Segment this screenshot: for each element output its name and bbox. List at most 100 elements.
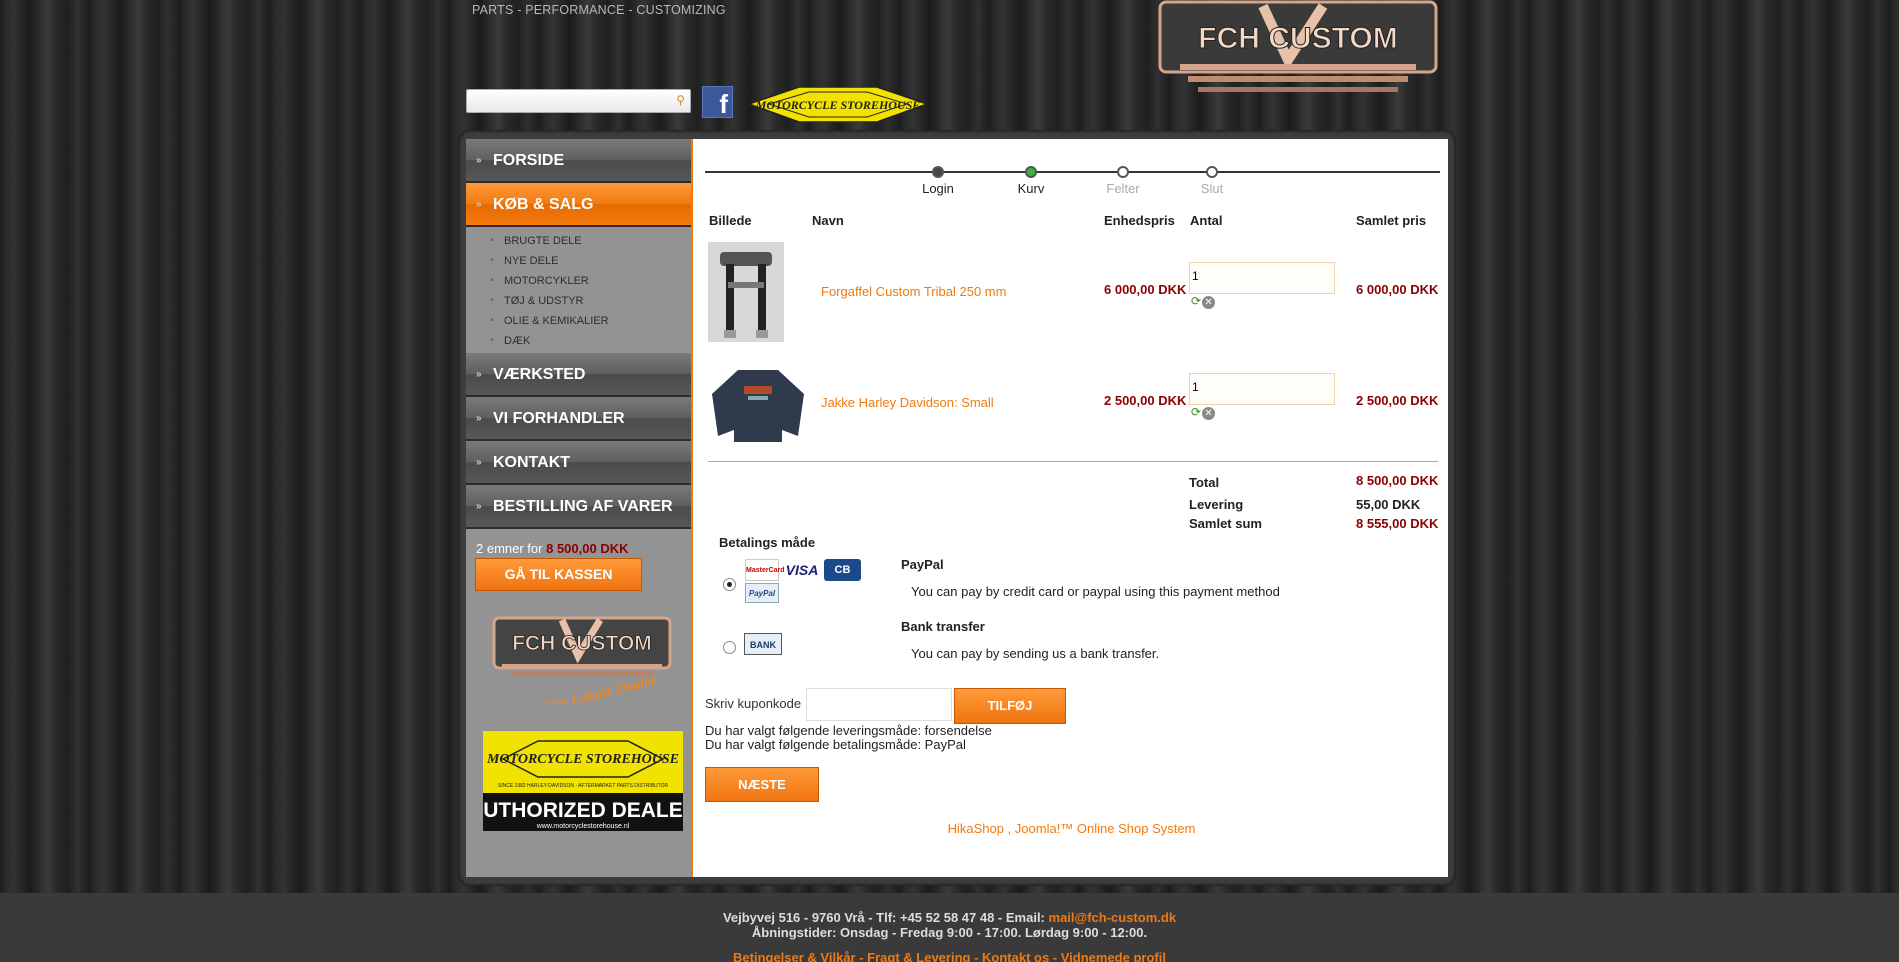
coupon-label: Skriv kuponkode <box>705 696 802 711</box>
step-slut-dot <box>1206 166 1218 178</box>
shipping-method-info: Du har valgt følgende leveringsmåde: for… <box>705 723 992 738</box>
divider <box>708 461 1438 462</box>
delete-icon[interactable]: ✕ <box>1202 407 1216 420</box>
refresh-icon[interactable]: ⟳ <box>1191 294 1201 308</box>
nav-label: KONTAKT <box>493 454 571 471</box>
product-name-link[interactable]: Forgaffel Custom Tribal 250 mm <box>821 284 1006 299</box>
facebook-icon[interactable]: f <box>702 86 733 119</box>
nav-bullet-icon: » <box>476 457 482 468</box>
checkout-main: Login Kurv Felter Slut Billede Navn Enhe… <box>691 139 1448 877</box>
qty-actions: ⟳ ✕ <box>1191 405 1216 420</box>
step-login-dot <box>932 166 944 178</box>
dealer-url-text: www.motorcyclestorehouse.nl <box>536 823 630 830</box>
nav-label: FORSIDE <box>493 152 565 169</box>
dealer-brand-text: MOTORCYCLE STOREHOUSE <box>486 752 679 767</box>
nav-bullet-icon: » <box>476 413 482 424</box>
sub-menu: BRUGTE DELE NYE DELE MOTORCYKLER TØJ & U… <box>466 227 691 353</box>
top-tagline: PARTS - PERFORMANCE - CUSTOMIZING <box>472 3 726 17</box>
nav-label: BESTILLING AF VARER <box>493 498 673 515</box>
add-coupon-button[interactable]: TILFØJ <box>954 688 1066 724</box>
sub-item-brugte-dele[interactable]: BRUGTE DELE <box>466 231 691 251</box>
paypal-radio[interactable] <box>723 578 736 591</box>
product-image-fork[interactable] <box>708 242 784 342</box>
footer-address-line: Vejbyvej 516 - 9760 Vrå - Tlf: +45 52 58… <box>0 910 1899 925</box>
refresh-icon[interactable]: ⟳ <box>1191 405 1201 419</box>
side-logo-text: FCH CUSTOM <box>512 632 652 655</box>
storehouse-logo-text: MOTORCYCLE STOREHOUSE <box>755 98 921 112</box>
mini-cart-summary: 2 emner for 8 500,00 DKK <box>476 541 629 556</box>
step-slut-label: Slut <box>1200 181 1224 196</box>
line-total: 2 500,00 DKK <box>1356 393 1439 408</box>
footer-email-link[interactable]: mail@fch-custom.dk <box>1049 910 1177 925</box>
nav-vaerksted[interactable]: » VÆRKSTED <box>466 353 691 397</box>
search-icon[interactable]: ⚲ <box>676 93 685 107</box>
mini-cart-prefix: 2 emner for <box>476 541 543 556</box>
step-felter-label: Felter <box>1106 181 1140 196</box>
logo-text: FCH CUSTOM <box>1198 22 1397 55</box>
nav-kob-salg[interactable]: » KØB & SALG <box>466 183 691 227</box>
footer-address: Vejbyvej 516 - 9760 Vrå - Tlf: +45 52 58… <box>722 910 1045 925</box>
product-image-jacket[interactable] <box>708 364 808 446</box>
col-header-unit-price: Enhedspris <box>1104 213 1175 228</box>
paypal-icon: PayPal <box>745 583 779 603</box>
side-logo-script: Din Lokale Dealer <box>542 672 659 704</box>
search-input[interactable] <box>467 90 667 112</box>
motorcycle-storehouse-logo[interactable]: MOTORCYCLE STOREHOUSE <box>749 87 927 122</box>
payment-method-info: Du har valgt følgende betalingsmåde: Pay… <box>705 737 966 752</box>
total-label: Total <box>1189 475 1220 490</box>
paypal-method-name: PayPal <box>901 557 944 572</box>
dealer-main-text: AUTHORIZED DEALER <box>483 799 683 822</box>
col-header-total: Samlet pris <box>1356 213 1427 228</box>
mastercard-icon: MasterCard <box>745 559 785 581</box>
nav-bullet-icon: » <box>476 501 482 512</box>
sidebar: » FORSIDE » KØB & SALG BRUGTE DELE NYE D… <box>466 139 691 877</box>
paypal-method-desc: You can pay by credit card or paypal usi… <box>911 584 1280 599</box>
next-button[interactable]: NÆSTE <box>705 767 819 802</box>
bank-transfer-radio[interactable] <box>723 641 736 654</box>
bank-method-name: Bank transfer <box>901 619 985 634</box>
fch-custom-logo[interactable]: FCH CUSTOM <box>1158 0 1438 98</box>
col-header-name: Navn <box>812 213 844 228</box>
authorized-dealer-banner[interactable]: MOTORCYCLE STOREHOUSE SINCE 1982 HARLEY-… <box>483 731 683 831</box>
grand-total-label: Samlet sum <box>1189 516 1262 531</box>
step-felter-dot <box>1117 166 1129 178</box>
nav-label: KØB & SALG <box>493 196 594 213</box>
fch-custom-side-logo: FCH CUSTOM Din Lokale Dealer <box>492 616 672 704</box>
footer-links[interactable]: Betingelser & Vilkår - Fragt & Levering … <box>0 950 1899 962</box>
nav-vi-forhandler[interactable]: » VI FORHANDLER <box>466 397 691 441</box>
sub-item-motorcykler[interactable]: MOTORCYKLER <box>466 271 691 291</box>
quantity-input[interactable]: 1 <box>1189 262 1335 294</box>
nav-label: VÆRKSTED <box>493 366 586 383</box>
grand-total-value: 8 555,00 DKK <box>1356 516 1439 531</box>
footer-hours: Åbningstider: Onsdag - Fredag 9:00 - 17:… <box>751 925 1148 940</box>
nav-label: VI FORHANDLER <box>493 410 625 427</box>
coupon-input[interactable] <box>806 688 952 721</box>
delete-icon[interactable]: ✕ <box>1202 296 1216 309</box>
search-box[interactable]: ⚲ <box>466 89 691 113</box>
nav-bestilling[interactable]: » BESTILLING AF VARER <box>466 485 691 529</box>
sub-item-olie-kemikalier[interactable]: OLIE & KEMIKALIER <box>466 311 691 331</box>
quantity-input[interactable]: 1 <box>1189 373 1335 405</box>
mini-cart-amount: 8 500,00 DKK <box>546 541 629 556</box>
col-header-image: Billede <box>709 213 752 228</box>
footer: Vejbyvej 516 - 9760 Vrå - Tlf: +45 52 58… <box>0 893 1899 962</box>
bank-method-desc: You can pay by sending us a bank transfe… <box>911 646 1160 661</box>
sub-item-toj-udstyr[interactable]: TØJ & UDSTYR <box>466 291 691 311</box>
step-kurv-label: Kurv <box>1017 181 1045 196</box>
visa-icon: VISA <box>785 562 819 578</box>
cb-icon: CB <box>824 559 861 581</box>
sub-item-nye-dele[interactable]: NYE DELE <box>466 251 691 271</box>
bank-icon: BANK <box>744 633 782 655</box>
line-total: 6 000,00 DKK <box>1356 282 1439 297</box>
checkout-button[interactable]: GÅ TIL KASSEN <box>475 558 642 591</box>
nav-bullet-icon: » <box>476 155 482 166</box>
col-header-qty: Antal <box>1190 213 1223 228</box>
nav-kontakt[interactable]: » KONTAKT <box>466 441 691 485</box>
powered-by-link[interactable]: HikaShop , Joomla!™ Online Shop System <box>693 821 1450 836</box>
sub-item-daek[interactable]: DÆK <box>466 331 691 351</box>
checkout-steps-line <box>705 171 1440 173</box>
payment-title: Betalings måde <box>719 535 816 550</box>
total-value: 8 500,00 DKK <box>1356 473 1439 488</box>
nav-forside[interactable]: » FORSIDE <box>466 139 691 183</box>
product-name-link[interactable]: Jakke Harley Davidson: Small <box>821 395 994 410</box>
